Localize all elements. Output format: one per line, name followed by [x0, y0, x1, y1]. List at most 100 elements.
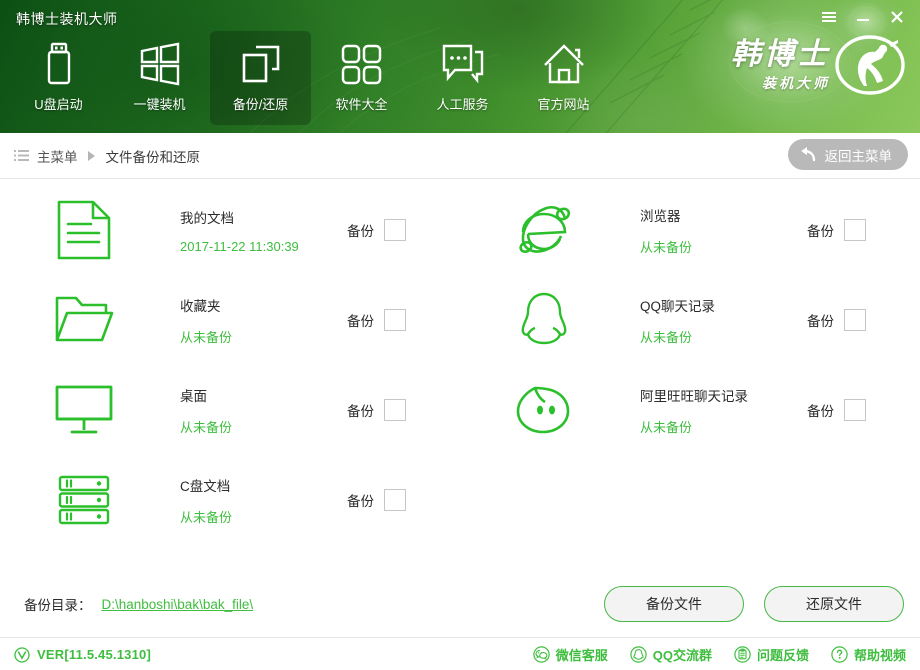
backup-item-status: 2017-11-22 11:30:39	[180, 239, 299, 254]
backup-checkbox[interactable]	[384, 489, 406, 511]
minimize-icon[interactable]	[848, 4, 878, 30]
qq-penguin-icon	[512, 288, 576, 352]
app-window: 韩博士装机大师	[0, 0, 920, 670]
backup-checkbox[interactable]	[844, 399, 866, 421]
nav-label: 人工服务	[436, 94, 488, 113]
backup-item-row: 收藏夹 从未备份 备份	[0, 275, 460, 365]
nav-item-software[interactable]: 软件大全	[311, 31, 412, 125]
close-icon[interactable]	[882, 4, 912, 30]
backup-item-checkbox-group: 备份	[807, 309, 866, 331]
chevron-right-icon	[86, 150, 98, 162]
backup-item-row: 我的文档 2017-11-22 11:30:39 备份	[0, 185, 460, 275]
brand-logo-block: 韩博士 装机大师	[731, 34, 906, 96]
footer-link-help-video[interactable]: 帮助视频	[831, 645, 906, 664]
backup-directory-path-link[interactable]: D:\hanboshi\bak\bak_file\	[102, 597, 254, 612]
wechat-icon	[533, 646, 550, 663]
backup-items-area: 我的文档 2017-11-22 11:30:39 备份	[0, 179, 920, 579]
windows-icon	[137, 39, 183, 89]
folder-icon	[52, 288, 116, 352]
backup-item-name: 阿里旺旺聊天记录	[640, 385, 748, 405]
backup-checkbox-label: 备份	[807, 400, 834, 420]
footer-link-qq-group[interactable]: QQ交流群	[630, 645, 712, 664]
backup-item-name: 收藏夹	[180, 295, 232, 315]
breadcrumb-current: 文件备份和还原	[106, 146, 201, 166]
backup-item-text: C盘文档 从未备份	[180, 475, 232, 526]
backup-item-checkbox-group: 备份	[347, 309, 406, 331]
backup-item-status: 从未备份	[640, 327, 715, 346]
v-circle-icon	[14, 647, 30, 663]
menu-icon[interactable]	[814, 4, 844, 30]
backup-item-status: 从未备份	[180, 417, 232, 436]
bottom-bar: 备份目录： D:\hanboshi\bak\bak_file\ 备份文件 还原文…	[0, 578, 920, 636]
restore-files-button[interactable]: 还原文件	[764, 586, 904, 622]
backup-item-checkbox-group: 备份	[807, 219, 866, 241]
qq-icon	[630, 646, 647, 663]
footer-links: 微信客服 QQ交流群	[533, 645, 906, 664]
monitor-icon	[52, 378, 116, 442]
chat-icon	[439, 39, 487, 89]
backup-directory-label: 备份目录：	[24, 594, 92, 614]
backup-item-name: C盘文档	[180, 475, 232, 495]
backup-checkbox-label: 备份	[807, 310, 834, 330]
nav-label: 软件大全	[335, 94, 387, 113]
nav-item-support[interactable]: 人工服务	[412, 31, 513, 125]
nav-item-usb-boot[interactable]: U盘启动	[8, 31, 109, 125]
ie-browser-icon	[512, 198, 576, 262]
version-label: VER[11.5.45.1310]	[37, 647, 151, 662]
nav-item-one-key-install[interactable]: 一键装机	[109, 31, 210, 125]
brand-name: 韩博士	[731, 40, 830, 70]
brand-tagline: 装机大师	[762, 76, 830, 90]
backup-item-row: 阿里旺旺聊天记录 从未备份 备份	[460, 365, 920, 455]
backup-checkbox[interactable]	[844, 219, 866, 241]
breadcrumb-root[interactable]: 主菜单	[37, 146, 78, 166]
backup-item-row: 桌面 从未备份 备份	[0, 365, 460, 455]
brand-text: 韩博士 装机大师	[731, 40, 830, 90]
backup-item-checkbox-group: 备份	[347, 399, 406, 421]
backup-item-name: QQ聊天记录	[640, 295, 715, 315]
footer-link-feedback[interactable]: 问题反馈	[734, 645, 809, 664]
backup-item-checkbox-group: 备份	[347, 219, 406, 241]
backup-directory-row: 备份目录： D:\hanboshi\bak\bak_file\	[24, 594, 253, 614]
backup-checkbox-label: 备份	[347, 490, 374, 510]
backup-checkbox[interactable]	[384, 399, 406, 421]
document-icon	[52, 198, 116, 262]
backup-item-checkbox-group: 备份	[807, 399, 866, 421]
wangwang-icon	[512, 378, 576, 442]
nav-item-official-site[interactable]: 官方网站	[513, 31, 614, 125]
backup-item-row: QQ聊天记录 从未备份 备份	[460, 275, 920, 365]
footer-link-wechat[interactable]: 微信客服	[533, 645, 608, 664]
feedback-icon	[734, 646, 751, 663]
backup-item-status: 从未备份	[640, 237, 692, 256]
backup-files-button[interactable]: 备份文件	[604, 586, 744, 622]
backup-checkbox[interactable]	[844, 309, 866, 331]
nav-label: U盘启动	[34, 94, 82, 113]
breadcrumb-bar: 主菜单 文件备份和还原 返回主菜单	[0, 133, 920, 179]
apps-icon	[339, 39, 385, 89]
backup-checkbox[interactable]	[384, 309, 406, 331]
backup-item-status: 从未备份	[640, 417, 748, 436]
nav-label: 一键装机	[133, 94, 185, 113]
nav-item-backup-restore[interactable]: 备份/还原	[210, 31, 311, 125]
nav-label: 备份/还原	[233, 94, 289, 113]
list-icon	[14, 149, 29, 162]
backup-item-text: 我的文档 2017-11-22 11:30:39	[180, 207, 299, 254]
backup-item-row: 浏览器 从未备份 备份	[460, 185, 920, 275]
footer-link-label: 微信客服	[556, 645, 608, 664]
backup-item-text: 浏览器 从未备份	[640, 205, 692, 256]
action-buttons: 备份文件 还原文件	[604, 586, 904, 622]
backup-item-text: 阿里旺旺聊天记录 从未备份	[640, 385, 748, 436]
breadcrumb: 主菜单 文件备份和还原	[0, 146, 200, 166]
app-footer: VER[11.5.45.1310] 微信客服 QQ交流群	[0, 637, 920, 670]
backup-checkbox-label: 备份	[347, 310, 374, 330]
window-title: 韩博士装机大师	[16, 9, 118, 29]
back-to-main-menu-button[interactable]: 返回主菜单	[788, 139, 909, 170]
help-icon	[831, 646, 848, 663]
grid-empty-cell	[460, 455, 920, 545]
backup-item-row: C盘文档 从未备份 备份	[0, 455, 460, 545]
drive-stack-icon	[52, 468, 116, 532]
backup-item-status: 从未备份	[180, 507, 232, 526]
backup-items-grid: 我的文档 2017-11-22 11:30:39 备份	[0, 185, 920, 545]
backup-item-checkbox-group: 备份	[347, 489, 406, 511]
backup-checkbox[interactable]	[384, 219, 406, 241]
footer-link-label: QQ交流群	[653, 645, 712, 664]
